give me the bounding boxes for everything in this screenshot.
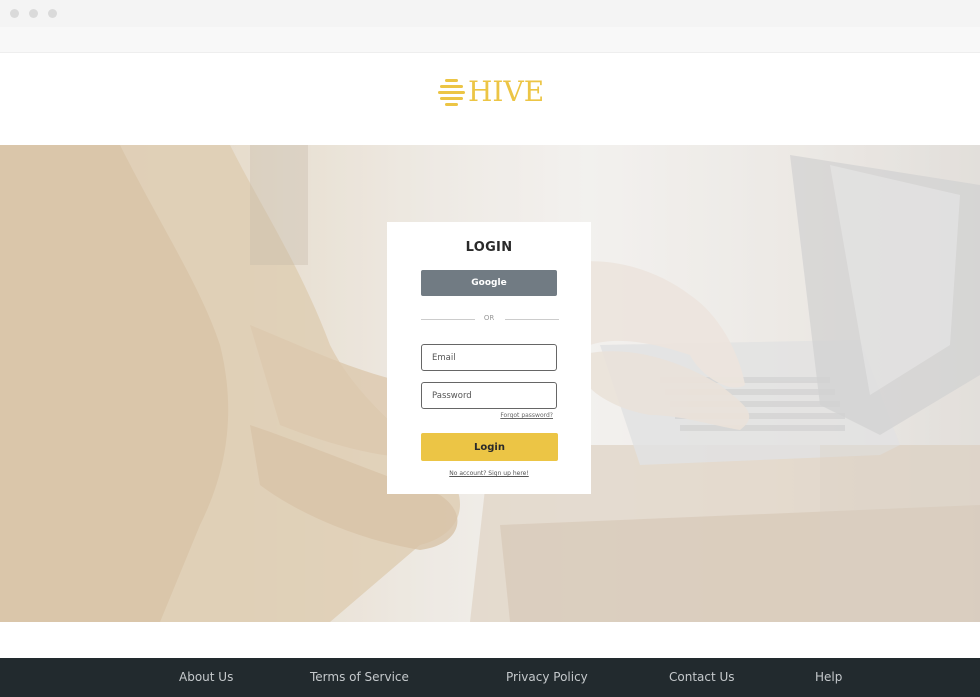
footer-link-about[interactable]: About Us — [179, 670, 233, 684]
login-title: LOGIN — [465, 240, 513, 255]
site-footer: About Us Terms of Service Privacy Policy… — [0, 658, 980, 697]
signup-link[interactable]: No account? Sign up here! — [387, 470, 591, 477]
divider-line-left — [421, 319, 475, 320]
divider-line-right — [505, 319, 559, 320]
site-header: HIVE — [0, 53, 980, 145]
google-signin-button[interactable]: Google — [421, 270, 557, 296]
footer-link-contact[interactable]: Contact Us — [669, 670, 735, 684]
forgot-password-link[interactable]: Forgot password? — [500, 412, 553, 419]
footer-link-privacy[interactable]: Privacy Policy — [506, 670, 588, 684]
password-placeholder: Password — [432, 390, 472, 401]
browser-toolbar — [0, 27, 980, 53]
hive-logo[interactable]: HIVE — [438, 75, 544, 109]
hive-stripes-icon — [438, 78, 465, 106]
window-minimize-dot[interactable] — [29, 9, 38, 18]
or-divider: OR — [421, 314, 559, 326]
login-card: LOGIN Google OR Email Password Forgot pa… — [387, 222, 591, 494]
footer-link-help[interactable]: Help — [815, 670, 842, 684]
or-label: OR — [483, 314, 495, 322]
window-close-dot[interactable] — [10, 9, 19, 18]
browser-titlebar — [0, 0, 980, 27]
window-maximize-dot[interactable] — [48, 9, 57, 18]
logo-text: HIVE — [468, 75, 545, 108]
password-field[interactable]: Password — [421, 382, 557, 409]
login-button[interactable]: Login — [421, 433, 558, 461]
email-placeholder: Email — [432, 352, 456, 363]
email-field[interactable]: Email — [421, 344, 557, 371]
footer-link-terms[interactable]: Terms of Service — [310, 670, 409, 684]
